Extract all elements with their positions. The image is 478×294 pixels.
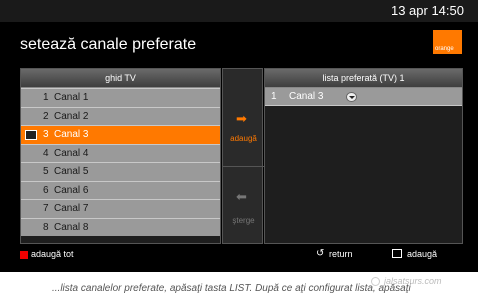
add-key-icon (392, 249, 402, 258)
channel-name: Canal 2 (54, 110, 89, 122)
tv-screen: 13 apr 14:50 setează canale preferate or… (0, 0, 478, 272)
add-button[interactable]: ➡ adaugă (223, 87, 264, 166)
add-hint[interactable]: adaugă (407, 249, 437, 259)
channel-number: 8 (43, 221, 49, 233)
red-key-icon (20, 251, 28, 259)
channel-number: 7 (43, 203, 49, 214)
channel-name: Canal 8 (54, 221, 89, 233)
channel-row[interactable]: 8 Canal 8 (21, 217, 220, 236)
channel-name: Canal 3 (54, 129, 89, 140)
watermark: jalsatsurs.com (384, 276, 442, 286)
add-all-hint[interactable]: adaugă tot (31, 249, 74, 259)
move-control-icon[interactable] (346, 92, 357, 102)
favorites-panel: lista preferată (TV) 1 1 Canal 3 (264, 68, 463, 244)
channel-name: Canal 5 (54, 166, 89, 177)
logo-text: orange (435, 46, 454, 52)
channel-name: Canal 6 (54, 184, 89, 196)
channel-name: Canal 1 (54, 92, 89, 103)
channel-number: 2 (43, 110, 49, 122)
channel-number: 3 (43, 129, 49, 140)
channel-row[interactable]: 5 Canal 5 (21, 162, 220, 181)
remove-label: şterge (232, 216, 255, 225)
channel-number: 4 (43, 147, 49, 159)
caption-text: ...lista canalelor preferate, apăsaţi ta… (52, 283, 411, 294)
watermark-icon (371, 277, 380, 286)
channel-number: 5 (43, 166, 49, 177)
favorite-number: 1 (271, 91, 277, 102)
channel-name: Canal 7 (54, 203, 89, 214)
guide-header: ghid TV (21, 69, 220, 88)
page-title: setează canale preferate (20, 36, 197, 53)
channel-row[interactable]: 7 Canal 7 (21, 199, 220, 218)
remove-button[interactable]: ⬅ şterge (223, 166, 264, 246)
channel-number: 1 (43, 92, 49, 103)
status-bar: 13 apr 14:50 (0, 0, 478, 22)
add-label: adaugă (230, 134, 257, 143)
channel-number: 6 (43, 184, 49, 196)
arrow-right-icon: ➡ (236, 111, 247, 126)
favorites-header: lista preferată (TV) 1 (265, 69, 462, 88)
selection-icon (25, 130, 37, 140)
channel-name: Canal 4 (54, 147, 89, 159)
return-icon: ↺ (316, 248, 325, 259)
clock: 13 apr 14:50 (390, 3, 464, 18)
favorite-row[interactable]: 1 Canal 3 (265, 88, 462, 106)
channel-row[interactable]: 4 Canal 4 (21, 143, 220, 162)
return-hint[interactable]: return (329, 249, 353, 259)
channel-row[interactable]: 6 Canal 6 (21, 180, 220, 199)
footer-bar: adaugă tot ↺ return adaugă (0, 248, 478, 262)
favorite-name: Canal 3 (289, 91, 324, 102)
arrow-left-icon: ⬅ (236, 189, 247, 204)
channel-row[interactable]: 2 Canal 2 (21, 106, 220, 125)
channel-row[interactable]: 1 Canal 1 (21, 88, 220, 107)
orange-logo: orange (433, 30, 462, 54)
guide-panel: ghid TV 1 Canal 1 2 Canal 2 3 Canal 3 4 … (20, 68, 221, 244)
action-column: ➡ adaugă ⬅ şterge (222, 68, 264, 246)
channel-row-selected[interactable]: 3 Canal 3 (21, 125, 220, 144)
